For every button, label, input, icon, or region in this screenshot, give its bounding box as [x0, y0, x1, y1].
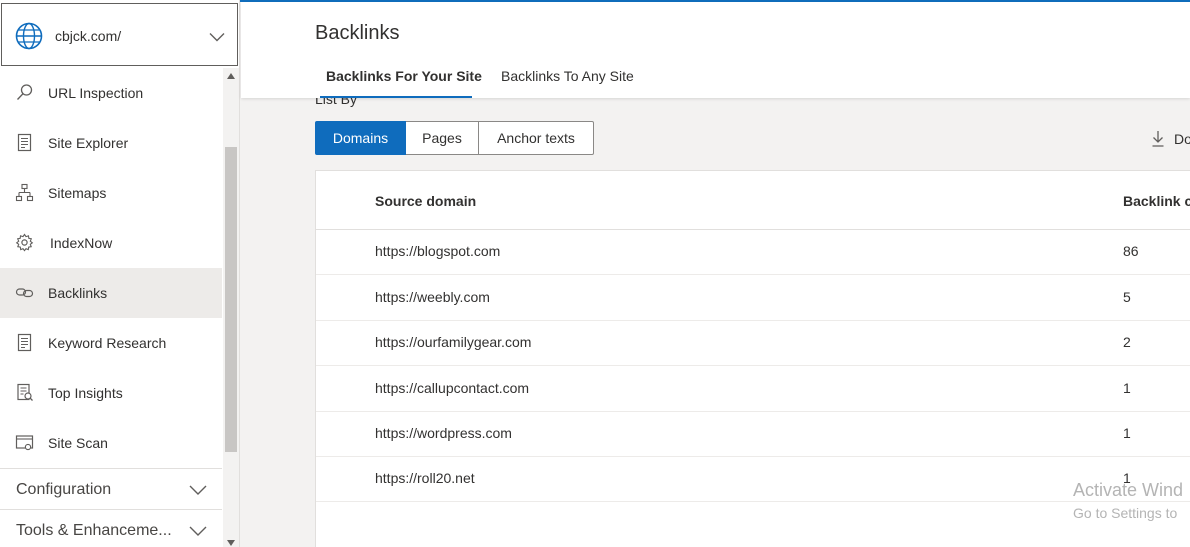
sidebar-item-url-inspection[interactable]: URL Inspection	[0, 68, 222, 118]
table-row[interactable]: https://ourfamilygear.com 2	[316, 321, 1190, 366]
table-row[interactable]: https://wordpress.com 1	[316, 412, 1190, 457]
download-icon	[1152, 131, 1164, 147]
sidebar-item-label: Site Scan	[48, 435, 108, 451]
backlinks-table: Source domain Backlink co https://blogsp…	[315, 170, 1190, 547]
sidebar-item-keyword-research[interactable]: Keyword Research	[0, 318, 222, 368]
source-domain-cell: https://ourfamilygear.com	[375, 334, 532, 350]
download-label: Do	[1174, 130, 1190, 147]
backlink-count-cell: 1	[1123, 380, 1131, 396]
sidebar-scrollbar[interactable]	[223, 68, 239, 547]
sidebar-item-label: Top Insights	[48, 385, 123, 401]
page-title: Backlinks	[315, 22, 400, 44]
sidebar-item-site-explorer[interactable]: Site Explorer	[0, 118, 222, 168]
sidebar-item-label: Site Explorer	[48, 135, 129, 151]
backlink-count-cell: 2	[1123, 334, 1131, 350]
sidebar-group-label: Tools & Enhanceme...	[16, 522, 172, 539]
sidebar-nav: URL Inspection Site Explorer Sitemaps In…	[0, 68, 222, 468]
column-header-backlink-count[interactable]: Backlink co	[1123, 193, 1190, 209]
gear-icon	[15, 233, 34, 252]
segment-pages-button[interactable]: Pages	[406, 121, 479, 155]
link-icon	[15, 288, 34, 298]
page-header: Backlinks Backlinks For Your Site Backli…	[241, 2, 1190, 98]
list-by-segmented-control: Domains Pages Anchor texts	[315, 121, 594, 155]
tab-backlinks-for-your-site[interactable]: Backlinks For Your Site	[326, 68, 482, 84]
sidebar-group-tools-enhancements[interactable]: Tools & Enhanceme...	[0, 509, 222, 547]
source-domain-cell: https://weebly.com	[375, 289, 490, 305]
active-tab-indicator	[320, 96, 472, 98]
document-list-icon	[17, 133, 32, 152]
table-row[interactable]: https://roll20.net 1	[316, 457, 1190, 502]
chevron-down-icon	[209, 33, 225, 42]
site-selector-dropdown[interactable]: cbjck.com/	[1, 3, 238, 66]
source-domain-cell: https://roll20.net	[375, 470, 475, 486]
scrollbar-thumb[interactable]	[225, 147, 237, 452]
sitemap-icon	[15, 183, 34, 202]
scroll-up-arrow-icon[interactable]	[227, 73, 235, 79]
scan-window-icon	[15, 435, 34, 451]
sidebar-item-label: URL Inspection	[48, 85, 144, 101]
document-list-icon	[17, 333, 32, 352]
table-row[interactable]: https://callupcontact.com 1	[316, 367, 1190, 412]
sidebar-item-indexnow[interactable]: IndexNow	[0, 218, 222, 268]
globe-icon	[15, 22, 43, 50]
tab-backlinks-to-any-site[interactable]: Backlinks To Any Site	[501, 68, 634, 84]
sidebar: cbjck.com/ URL Inspection Site Explorer	[0, 0, 240, 547]
scroll-down-arrow-icon[interactable]	[227, 540, 235, 546]
sidebar-item-label: Keyword Research	[48, 335, 167, 351]
sidebar-group-configuration[interactable]: Configuration	[0, 468, 222, 509]
download-button[interactable]: Do	[1152, 130, 1190, 147]
watermark-line-2: Go to Settings to	[1073, 505, 1178, 521]
source-domain-cell: https://wordpress.com	[375, 425, 512, 441]
sidebar-item-site-scan[interactable]: Site Scan	[0, 418, 222, 468]
sidebar-item-backlinks[interactable]: Backlinks	[0, 268, 222, 318]
backlink-count-cell: 1	[1123, 425, 1131, 441]
watermark-line-1: Activate Wind	[1073, 480, 1184, 500]
chevron-down-icon	[189, 485, 207, 495]
source-domain-cell: https://blogspot.com	[375, 243, 501, 259]
sidebar-group-label: Configuration	[16, 481, 112, 498]
table-row[interactable]: https://blogspot.com 86	[316, 230, 1190, 275]
source-domain-cell: https://callupcontact.com	[375, 380, 530, 396]
sidebar-item-top-insights[interactable]: Top Insights	[0, 368, 222, 418]
sidebar-item-sitemaps[interactable]: Sitemaps	[0, 168, 222, 218]
sidebar-item-label: IndexNow	[50, 235, 113, 251]
site-name: cbjck.com/	[55, 28, 122, 44]
segment-anchor-texts-button[interactable]: Anchor texts	[479, 121, 594, 155]
backlink-count-cell: 86	[1123, 243, 1139, 259]
segment-domains-button[interactable]: Domains	[315, 121, 406, 155]
column-header-source-domain[interactable]: Source domain	[375, 193, 476, 209]
sidebar-item-label: Sitemaps	[48, 185, 107, 201]
backlink-count-cell: 5	[1123, 289, 1131, 305]
search-icon	[16, 84, 33, 100]
chevron-down-icon	[189, 526, 207, 536]
sidebar-item-label: Backlinks	[48, 285, 108, 301]
insights-icon	[17, 383, 33, 401]
table-row[interactable]: https://weebly.com 5	[316, 276, 1190, 321]
windows-activation-watermark: Activate Wind Go to Settings to	[1073, 480, 1183, 521]
